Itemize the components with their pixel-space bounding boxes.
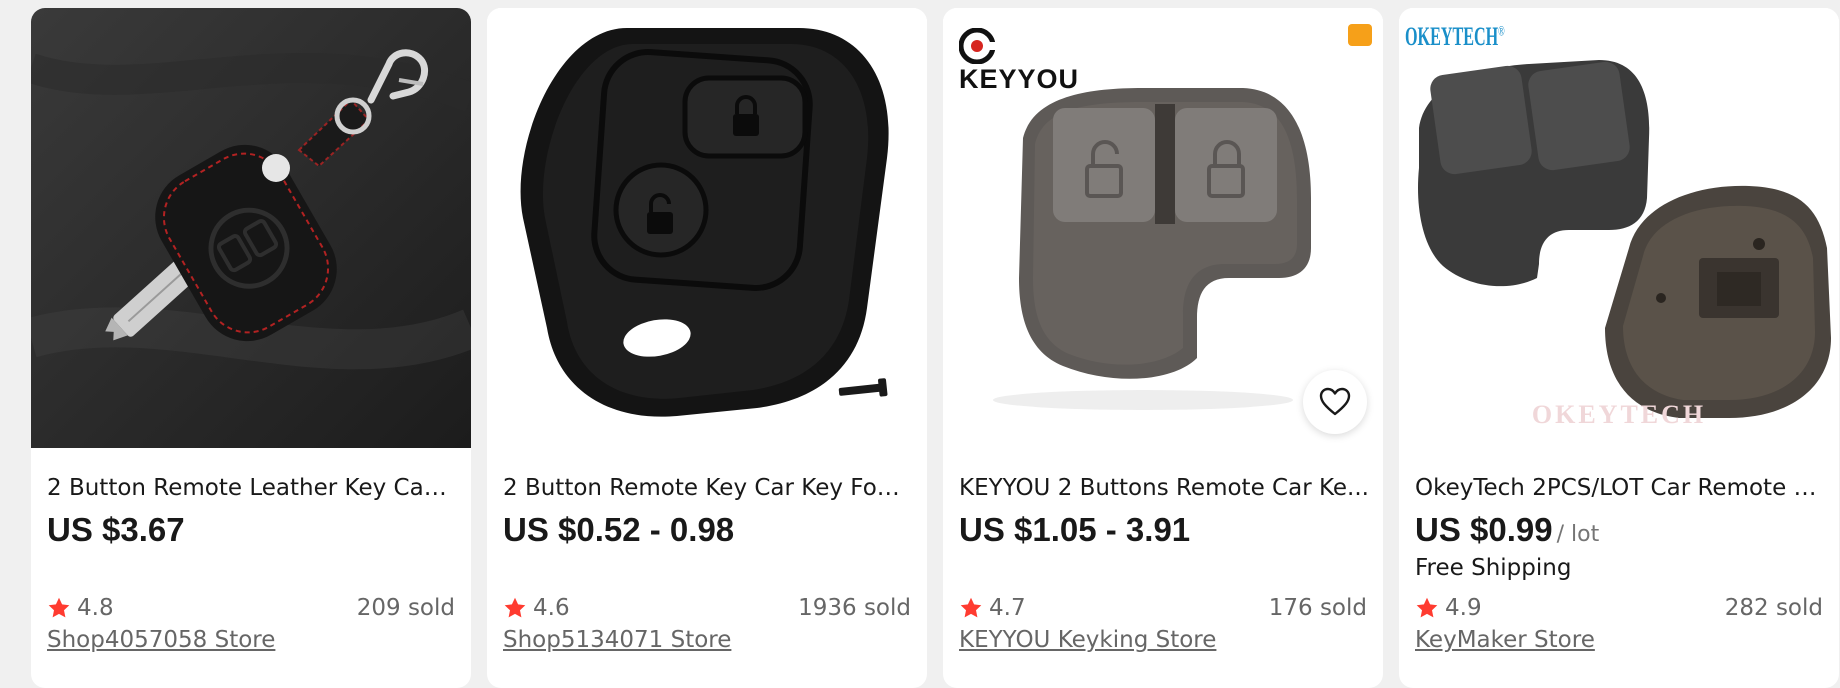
product-image[interactable] <box>487 8 927 448</box>
keyyou-logo-icon <box>959 28 995 64</box>
sold-count: 209 sold <box>356 595 455 621</box>
rating-value: 4.8 <box>77 595 114 621</box>
product-card[interactable]: 2 Button Remote Leather Key Case... US $… <box>31 8 471 688</box>
product-image[interactable]: OKEYTECH® OKEYTECH <box>1399 8 1839 448</box>
product-card[interactable]: KEYYOU KEYYOU 2 Buttons Remote Car Ke...… <box>943 8 1383 688</box>
sold-count: 1936 sold <box>798 595 911 621</box>
product-card[interactable]: OKEYTECH® OKEYTECH OkeyTech 2PCS/LOT Car… <box>1399 8 1839 688</box>
store-link[interactable]: KEYYOU Keyking Store <box>959 624 1216 656</box>
brand-logo: OKEYTECH® <box>1405 22 1505 51</box>
rating-value: 4.7 <box>989 595 1026 621</box>
product-title[interactable]: KEYYOU 2 Buttons Remote Car Ke... <box>959 472 1369 504</box>
rating-value: 4.6 <box>533 595 570 621</box>
product-title[interactable]: OkeyTech 2PCS/LOT Car Remote K... <box>1415 472 1825 504</box>
star-icon <box>960 597 982 618</box>
product-title[interactable]: 2 Button Remote Leather Key Case... <box>47 472 457 504</box>
wishlist-button[interactable] <box>1303 370 1367 434</box>
product-rating: 4.6 <box>503 592 570 624</box>
heart-icon <box>1319 387 1351 416</box>
sold-count: 176 sold <box>1268 595 1367 621</box>
watermark: OKEYTECH <box>1531 400 1707 429</box>
product-price: US $3.67 <box>47 511 185 548</box>
product-card[interactable]: 2 Button Remote Key Car Key Fob ... US $… <box>487 8 927 688</box>
product-price: US $0.52 - 0.98 <box>503 511 735 548</box>
store-badge-icon <box>1348 24 1372 46</box>
shipping-label: Free Shipping <box>1415 555 1572 581</box>
product-price: US $0.99/ lot <box>1415 511 1600 548</box>
product-rating: 4.9 <box>1415 592 1482 624</box>
brand-logo: KEYYOU <box>959 28 1079 95</box>
sold-count: 282 sold <box>1724 595 1823 621</box>
star-icon <box>48 597 70 618</box>
store-link[interactable]: Shop5134071 Store <box>503 624 731 656</box>
product-price: US $1.05 - 3.91 <box>959 511 1191 548</box>
product-rating: 4.7 <box>959 592 1026 624</box>
product-rating: 4.8 <box>47 592 114 624</box>
rating-value: 4.9 <box>1445 595 1482 621</box>
star-icon <box>504 597 526 618</box>
store-link[interactable]: Shop4057058 Store <box>47 624 275 656</box>
store-link[interactable]: KeyMaker Store <box>1415 624 1595 656</box>
star-icon <box>1416 597 1438 618</box>
product-title[interactable]: 2 Button Remote Key Car Key Fob ... <box>503 472 913 504</box>
product-image[interactable] <box>31 8 471 448</box>
